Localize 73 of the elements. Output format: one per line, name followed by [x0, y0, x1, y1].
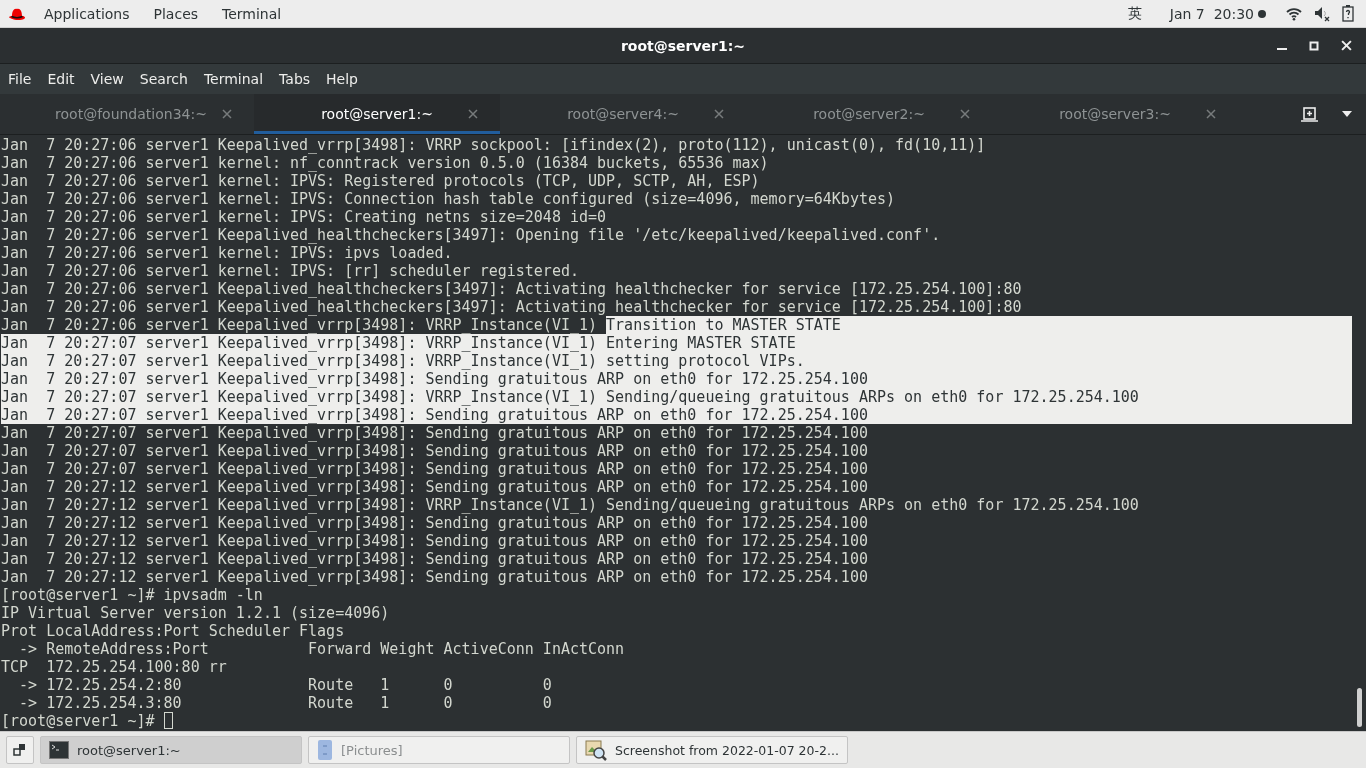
- menu-item[interactable]: Edit: [39, 71, 83, 87]
- terminal-line: Jan 7 20:27:06 server1 kernel: IPVS: Connection hash table configured (size=4096, memory=64Kbytes): [1, 190, 896, 208]
- terminal-line: -> RemoteAddress:Port Forward Weight ActiveConn InActConn: [18, 640, 625, 658]
- top-menu[interactable]: Applications: [32, 5, 142, 22]
- windows-icon: [13, 743, 27, 757]
- selected-terminal-text: Jan 7 20:27:07 server1 Keepalived_vrrp[3498]: VRRP_Instance(VI_1) Sending/queueing gratuitous ARPs on eth0 for 172.25.254.100: [1, 388, 1352, 406]
- terminal-tab[interactable]: root@server3:~: [992, 94, 1238, 134]
- shell-prompt: [root@server1 ~]#: [1, 712, 156, 730]
- notification-dot-icon: [1258, 9, 1266, 18]
- image-viewer-icon: [585, 739, 607, 761]
- wifi-icon[interactable]: [1286, 6, 1302, 21]
- terminal-line: Jan 7 20:27:06 server1 Keepalived_healthcheckers[3497]: Activating healthchecker for service [172.25.254.100]:80: [1, 280, 1022, 298]
- terminal-line: IP Virtual Server version 1.2.1 (size=4096): [1, 604, 390, 622]
- terminal-line: Jan 7 20:27:12 server1 Keepalived_vrrp[3498]: Sending gratuitous ARP on eth0 for 172.25.254.100: [1, 478, 868, 496]
- tab-close-icon[interactable]: [1206, 109, 1216, 119]
- tab-close-icon[interactable]: [960, 109, 970, 119]
- volume-muted-icon[interactable]: [1314, 5, 1330, 22]
- menu-item[interactable]: Search: [131, 71, 196, 87]
- terminal-line: Jan 7 20:27:06 server1 Keepalived_healthcheckers[3497]: Opening file '/etc/keepalived/keepalived.conf'.: [1, 226, 941, 244]
- tab-close-icon[interactable]: [714, 109, 724, 119]
- new-tab-icon[interactable]: [1301, 106, 1318, 122]
- taskbar-window-button[interactable]: root@server1:~: [40, 736, 302, 764]
- terminal-line: Prot LocalAddress:Port Scheduler Flags: [1, 622, 345, 640]
- selected-terminal-text: Jan 7 20:27:07 server1 Keepalived_vrrp[3498]: VRRP_Instance(VI_1) Entering MASTER STATE: [1, 334, 1352, 352]
- hat-logo-icon[interactable]: [8, 6, 26, 21]
- terminal-line: Jan 7 20:27:06 server1 kernel: IPVS: Creating netns size=2048 id=0: [1, 208, 607, 226]
- dropdown-icon[interactable]: [1342, 111, 1352, 117]
- terminal-line: Jan 7 20:27:07 server1 Keepalived_vrrp[3498]: Sending gratuitous ARP on eth0 for 172.25.254.100: [1, 442, 868, 460]
- battery-unknown-icon[interactable]: [1342, 5, 1354, 22]
- input-method-indicator[interactable]: 英: [1127, 4, 1142, 23]
- close-icon[interactable]: [1341, 40, 1352, 51]
- terminal-line: Jan 7 20:27:07 server1 Keepalived_vrrp[3498]: Sending gratuitous ARP on eth0 for 172.25.254.100: [1, 424, 868, 442]
- window-title: root@server1:~: [620, 37, 746, 54]
- terminal-line: Jan 7 20:27:12 server1 Keepalived_vrrp[3498]: Sending gratuitous ARP on eth0 for 172.25.254.100: [1, 550, 868, 568]
- terminal-line: Jan 7 20:27:12 server1 Keepalived_vrrp[3498]: Sending gratuitous ARP on eth0 for 172.25.254.100: [1, 514, 868, 532]
- selected-terminal-text: Jan 7 20:27:07 server1 Keepalived_vrrp[3498]: Sending gratuitous ARP on eth0 for 172.25.254.100: [1, 370, 1352, 388]
- clock[interactable]: Jan 7 20:30: [1169, 5, 1254, 22]
- show-desktop-button[interactable]: [6, 736, 34, 764]
- terminal-line: Jan 7 20:27:07 server1 Keepalived_vrrp[3498]: Sending gratuitous ARP on eth0 for 172.25.254.100: [1, 460, 868, 478]
- terminal-line: Jan 7 20:27:06 server1 Keepalived_vrrp[3498]: VRRP_Instance(VI_1): [1, 316, 599, 334]
- top-menu[interactable]: Places: [141, 5, 211, 22]
- terminal-line: [root@server1 ~]# ipvsadm -ln: [1, 586, 263, 604]
- terminal-line: -> 172.25.254.3:80 Route 1 0 0: [18, 694, 552, 712]
- selected-terminal-text: Jan 7 20:27:07 server1 Keepalived_vrrp[3498]: VRRP_Instance(VI_1) setting protocol VIPs.: [1, 352, 1352, 370]
- terminal-line: Jan 7 20:27:12 server1 Keepalived_vrrp[3498]: Sending gratuitous ARP on eth0 for 172.25.254.100: [1, 532, 868, 550]
- terminal-line: Jan 7 20:27:06 server1 kernel: nf_conntrack version 0.5.0 (16384 buckets, 65536 max): [1, 154, 769, 172]
- file-cabinet-icon: [317, 739, 333, 761]
- terminal-icon: [49, 741, 69, 759]
- taskbar-window-button[interactable]: Screenshot from 2022-01-07 20-2...: [576, 736, 848, 764]
- menu-item[interactable]: Terminal: [195, 71, 272, 87]
- terminal-line: Jan 7 20:27:06 server1 Keepalived_vrrp[3498]: VRRP sockpool: [ifindex(2), proto(112), unicast(0), fd(10,11)]: [1, 136, 986, 154]
- selected-terminal-text: Jan 7 20:27:07 server1 Keepalived_vrrp[3498]: Sending gratuitous ARP on eth0 for 172.25.254.100: [1, 406, 1352, 424]
- terminal-line: Jan 7 20:27:06 server1 Keepalived_healthcheckers[3497]: Activating healthchecker for service [172.25.254.100]:80: [1, 298, 1022, 316]
- tab-close-icon[interactable]: [468, 109, 478, 119]
- terminal-line: Jan 7 20:27:06 server1 kernel: IPVS: ipvs loaded.: [1, 244, 453, 262]
- menu-item[interactable]: Help: [318, 71, 366, 87]
- terminal-line: Jan 7 20:27:12 server1 Keepalived_vrrp[3498]: Sending gratuitous ARP on eth0 for 172.25.254.100: [1, 568, 868, 586]
- menu-item[interactable]: View: [82, 71, 132, 87]
- terminal-tab[interactable]: root@server4:~: [500, 94, 746, 134]
- terminal-line: -> 172.25.254.2:80 Route 1 0 0: [18, 676, 552, 694]
- terminal-tab[interactable]: root@foundation34:~: [8, 94, 254, 134]
- maximize-icon[interactable]: [1309, 40, 1319, 51]
- terminal-line: Jan 7 20:27:06 server1 kernel: IPVS: [rr] scheduler registered.: [1, 262, 579, 280]
- terminal-line: Jan 7 20:27:12 server1 Keepalived_vrrp[3498]: VRRP_Instance(VI_1) Sending/queueing gratuitous ARPs on eth0 for 172.25.254.100: [1, 496, 1139, 514]
- terminal-tab[interactable]: root@server2:~: [746, 94, 992, 134]
- top-menu[interactable]: Terminal: [210, 5, 294, 22]
- menu-item[interactable]: Tabs: [271, 71, 319, 87]
- menu-item[interactable]: File: [0, 71, 40, 87]
- terminal-line: Jan 7 20:27:06 server1 kernel: IPVS: Registered protocols (TCP, UDP, SCTP, AH, ESP): [1, 172, 760, 190]
- terminal-line: TCP 172.25.254.100:80 rr: [1, 658, 227, 676]
- selected-terminal-text: Transition to MASTER STATE: [606, 316, 1352, 334]
- tab-close-icon[interactable]: [222, 109, 232, 119]
- terminal-tab[interactable]: root@server1:~: [254, 94, 500, 134]
